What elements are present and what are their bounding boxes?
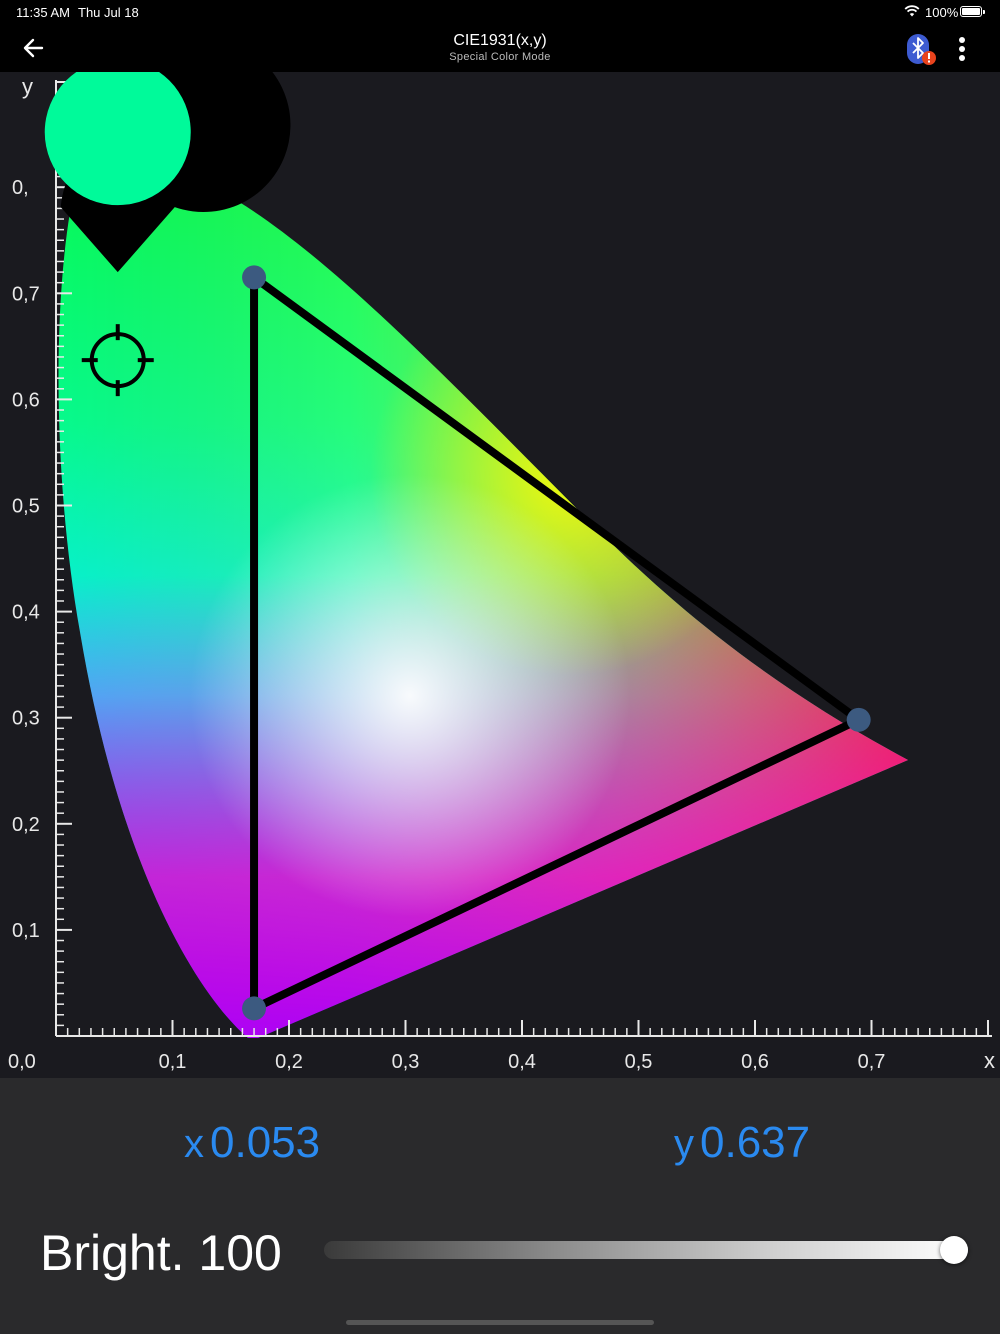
y-tick-label: 0,1 — [12, 920, 40, 942]
gamut-vertex — [846, 707, 871, 732]
wifi-icon — [904, 5, 920, 17]
status-bar: 11:35 AM Thu Jul 18 100% — [0, 0, 1000, 24]
y-tick-label: 0,2 — [12, 814, 40, 836]
cie-chart[interactable]: 0,1 0,2 0,3 0,4 0,5 0,6 0,7 0, 0,1 0,2 0,3 0,4 0,5 0,… — [0, 72, 1000, 1078]
x-tick-label: 0,7 — [858, 1051, 886, 1073]
cie-chart-svg[interactable]: 0,1 0,2 0,3 0,4 0,5 0,6 0,7 0, 0,1 0,2 0,3 0,4 0,5 0,… — [0, 72, 1000, 1078]
y-tick-label: 0,7 — [12, 283, 40, 305]
x-tick-label: 0,5 — [625, 1051, 653, 1073]
brightness-label-text: Bright. — [40, 1225, 185, 1281]
y-tick-label: 0,5 — [12, 496, 40, 518]
x-tick-label: 0,6 — [741, 1051, 769, 1073]
x-value: 0.053 — [210, 1118, 321, 1167]
nav-bar: CIE1931(x,y) Special Color Mode — [0, 24, 1000, 72]
origin-label: 0,0 — [8, 1051, 36, 1073]
y-tick-label: 0, — [12, 177, 29, 199]
x-tick-label: 0,1 — [159, 1051, 187, 1073]
page-title: CIE1931(x,y) — [453, 32, 547, 49]
x-coordinate: x 0.053 — [184, 1118, 320, 1168]
brightness-value: 100 — [198, 1225, 282, 1281]
brightness-label: Bright. 100 — [40, 1224, 282, 1282]
status-time: 11:35 AM — [16, 5, 70, 20]
y-label: y — [674, 1122, 694, 1166]
status-date: Thu Jul 18 — [78, 5, 139, 20]
gamut-vertex — [242, 265, 267, 290]
y-tick-label: 0,6 — [12, 389, 40, 411]
x-axis-label: x — [984, 1048, 995, 1073]
home-indicator — [346, 1320, 654, 1325]
x-tick-label: 0,2 — [275, 1051, 303, 1073]
battery-percent: 100% — [925, 5, 959, 20]
y-coordinate: y 0.637 — [674, 1118, 810, 1168]
x-label: x — [184, 1122, 204, 1166]
battery-icon — [960, 6, 985, 17]
x-tick-label: 0,3 — [392, 1051, 420, 1073]
more-vertical-icon[interactable] — [950, 34, 974, 64]
brightness-slider-track[interactable] — [324, 1241, 968, 1259]
bluetooth-warning-icon[interactable] — [904, 32, 936, 66]
controls-panel: x 0.053 y 0.637 Bright. 100 — [0, 1078, 1000, 1334]
brightness-slider-knob[interactable] — [940, 1236, 968, 1264]
y-value: 0.637 — [700, 1118, 811, 1167]
x-tick-label: 0,4 — [508, 1051, 536, 1073]
y-tick-label: 0,3 — [12, 708, 40, 730]
y-axis-label: y — [22, 74, 33, 99]
page-subtitle: Special Color Mode — [449, 51, 551, 63]
brightness-slider[interactable] — [324, 1236, 968, 1264]
gamut-vertex — [242, 996, 267, 1021]
y-tick-label: 0,4 — [12, 602, 40, 624]
